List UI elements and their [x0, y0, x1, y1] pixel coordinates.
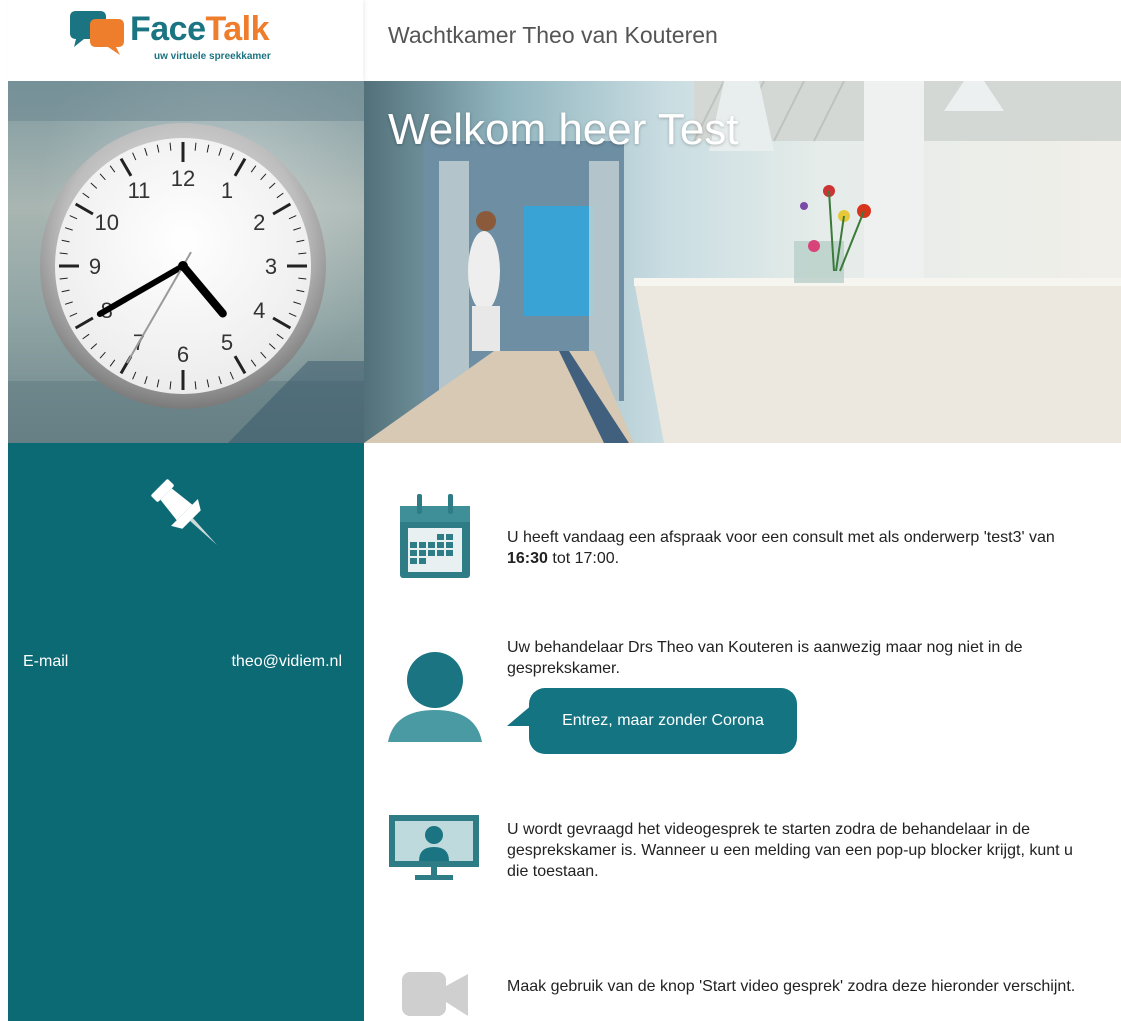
- appointment-text: U heeft vandaag een afspraak voor een co…: [507, 527, 1097, 569]
- practitioner-status-text: Uw behandelaar Drs Theo van Kouteren is …: [507, 639, 1023, 677]
- page-title: Wachtkamer Theo van Kouteren: [388, 22, 718, 48]
- appointment-text-after: tot 17:00.: [547, 550, 620, 567]
- monitor-person-icon: [389, 815, 479, 880]
- video-request-text: U wordt gevraagd het videogesprek te sta…: [507, 821, 1073, 880]
- email-label: E-mail: [23, 653, 69, 670]
- appointment-start-time: 16:30: [507, 550, 548, 567]
- practitioner-message: Entrez, maar zonder Corona: [562, 712, 764, 729]
- page-header: FaceTalk uw virtuele spreekkamer Wachtka…: [0, 0, 1121, 81]
- logo[interactable]: FaceTalk uw virtuele spreekkamer: [8, 0, 363, 81]
- clock-numeral: 4: [253, 298, 265, 323]
- welcome-heading: Welkom heer Test: [388, 105, 739, 154]
- sidebar-panel: E-mail theo@vidiem.nl: [8, 443, 364, 1021]
- clock-numeral: 5: [221, 330, 233, 355]
- video-camera-icon: [402, 972, 468, 1016]
- clock-photo: 121234567891011: [8, 81, 364, 443]
- logo-word-face: Face: [130, 10, 206, 48]
- appointment-text-before: U heeft vandaag een afspraak voor een co…: [507, 529, 1055, 546]
- clock-numeral: 1: [221, 178, 233, 203]
- wall-clock: 121234567891011: [40, 123, 326, 409]
- email-link[interactable]: theo@vidiem.nl: [231, 653, 342, 671]
- clock-numeral: 12: [171, 166, 195, 191]
- clock-numeral: 2: [253, 210, 265, 235]
- calendar-icon: [400, 494, 470, 578]
- logo-word-talk: Talk: [205, 10, 270, 48]
- pushpin-icon: [151, 479, 217, 545]
- clock-numeral: 11: [128, 178, 151, 203]
- practitioner-message-bubble: Entrez, maar zonder Corona: [529, 688, 797, 754]
- person-icon: [388, 652, 482, 742]
- clock-numeral: 3: [265, 254, 277, 279]
- clock-numeral: 10: [95, 210, 119, 235]
- hero-banner: Welkom heer Test: [364, 81, 1121, 443]
- chat-bubbles-icon: [70, 11, 124, 55]
- clock-numeral: 9: [89, 254, 101, 279]
- start-hint-text: Maak gebruik van de knop 'Start video ge…: [507, 978, 1076, 995]
- logo-tagline: uw virtuele spreekkamer: [154, 51, 271, 62]
- logo-wordmark: FaceTalk: [130, 9, 270, 49]
- clock-numeral: 6: [177, 342, 189, 367]
